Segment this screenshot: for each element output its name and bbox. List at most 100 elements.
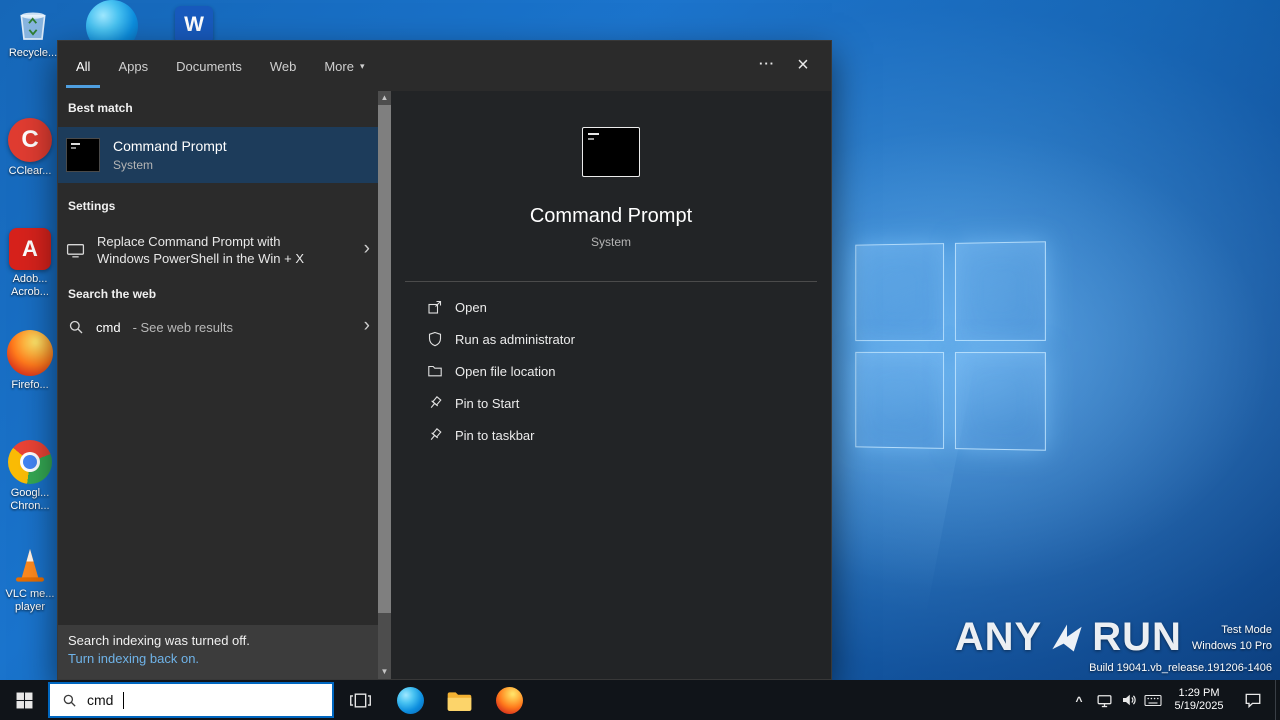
firefox-taskbar-button[interactable] (487, 680, 531, 720)
action-center-button[interactable] (1238, 680, 1268, 720)
run-as-admin-icon (427, 331, 443, 347)
vlc-icon (10, 543, 50, 585)
action-run-as-administrator[interactable]: Run as administrator (391, 323, 831, 355)
section-header-settings: Settings (68, 199, 116, 213)
edge-taskbar-button[interactable] (388, 680, 432, 720)
action-pin-to-start[interactable]: Pin to Start (391, 387, 831, 419)
tab-web[interactable]: Web (268, 41, 299, 91)
open-icon (427, 299, 443, 315)
windows-logo-pane (954, 351, 1046, 451)
result-title: Command Prompt (113, 138, 227, 154)
preview-pane: Command Prompt System Open Run as admini… (391, 91, 831, 679)
tab-apps[interactable]: Apps (116, 41, 150, 91)
open-file-location-icon (427, 363, 443, 379)
firefox-icon (7, 330, 53, 376)
file-explorer-icon (446, 688, 473, 713)
desktop-icon-label: Googl... (10, 487, 50, 499)
desktop-icon-label: CClear... (8, 165, 52, 177)
search-flyout: All Apps Documents Web More ▾ ··· × Best… (57, 40, 832, 680)
more-options-button[interactable]: ··· (759, 56, 775, 71)
result-replace-cmd-setting[interactable]: Replace Command Prompt with Windows Powe… (58, 221, 378, 279)
start-button[interactable] (0, 680, 48, 720)
action-label: Pin to taskbar (455, 427, 535, 443)
task-view-icon (349, 691, 372, 710)
indexing-footer: Search indexing was turned off. Turn ind… (58, 625, 378, 679)
windows-logo-pane (855, 243, 944, 341)
wallpaper-windows-logo (855, 241, 1046, 451)
watermark-mode-lines: Test Mode Windows 10 Pro (1192, 622, 1272, 654)
search-icon (62, 693, 77, 708)
settings-window-icon (66, 242, 85, 259)
result-web-search[interactable]: cmd - See web results › (58, 309, 378, 345)
search-icon (68, 319, 84, 335)
action-label: Open (455, 299, 487, 315)
firefox-icon (495, 686, 523, 714)
web-query: cmd (96, 319, 121, 335)
desktop-icon-firefox[interactable]: Firefo... (2, 330, 58, 392)
tab-all[interactable]: All (65, 41, 102, 91)
ccleaner-letter: C (21, 126, 39, 153)
task-view-button[interactable] (338, 680, 382, 720)
desktop-icon-label: VLC me... (5, 588, 55, 600)
action-open-file-location[interactable]: Open file location (391, 355, 831, 387)
result-command-prompt[interactable]: Command Prompt System (58, 127, 378, 183)
watermark-edition: Windows 10 Pro (1191, 639, 1272, 652)
desktop-icon-recycle-bin[interactable]: Recycle... (5, 4, 61, 60)
scrollbar-thumb[interactable] (378, 105, 391, 613)
desktop-icon-label: player (15, 601, 45, 613)
pin-to-start-icon (427, 395, 443, 411)
chevron-down-icon: ▾ (359, 60, 365, 71)
scroll-down-arrow[interactable]: ▼ (378, 665, 391, 679)
word-letter: W (184, 13, 204, 36)
acrobat-icon: A (9, 228, 51, 270)
section-header-best-match: Best match (68, 101, 133, 115)
hidden-icons-chevron[interactable]: ^ (1070, 680, 1088, 720)
windows-logo-pane (954, 241, 1046, 341)
scrollbar[interactable]: ▲ ▼ (378, 91, 391, 679)
setting-line-2: Windows PowerShell in the Win + X (97, 251, 305, 266)
network-tray-button[interactable] (1092, 680, 1116, 720)
show-desktop-button[interactable] (1275, 680, 1280, 720)
tab-apps-label: Apps (118, 58, 149, 74)
scroll-up-arrow[interactable]: ▲ (378, 91, 391, 105)
action-label: Run as administrator (455, 331, 575, 347)
web-suffix: - See web results (132, 319, 233, 335)
desktop-icon-ccleaner[interactable]: C CClear... (2, 118, 58, 178)
touch-keyboard-tray-button[interactable] (1141, 680, 1165, 720)
text-cursor (123, 691, 125, 709)
desktop-icon-acrobat[interactable]: A Adob... Acrob... (2, 228, 58, 299)
recycle-bin-icon (13, 4, 53, 44)
network-icon (1096, 692, 1113, 709)
indexing-link[interactable]: Turn indexing back on. (68, 651, 199, 666)
action-pin-to-taskbar[interactable]: Pin to taskbar (391, 419, 831, 451)
chevron-right-icon: › (363, 315, 370, 337)
taskbar-search-input[interactable]: cmd (48, 682, 334, 718)
command-prompt-icon (66, 138, 100, 172)
file-explorer-button[interactable] (437, 680, 481, 720)
desktop-icon-word[interactable]: W (166, 6, 222, 44)
preview-title: Command Prompt (529, 205, 693, 227)
taskbar-clock[interactable]: 1:29 PM 5/19/2025 (1168, 680, 1230, 720)
volume-tray-button[interactable] (1117, 680, 1141, 720)
setting-line-1: Replace Command Prompt with (97, 234, 281, 249)
result-subtitle: System (113, 158, 154, 172)
chevron-right-icon: › (363, 238, 370, 260)
clock-date: 5/19/2025 (1174, 700, 1224, 712)
tab-more[interactable]: More ▾ (322, 41, 366, 91)
tab-documents[interactable]: Documents (174, 41, 244, 91)
ccleaner-icon: C (8, 118, 52, 162)
desktop-icon-chrome[interactable]: Googl... Chron... (2, 440, 58, 513)
desktop-icon-label: Adob... (12, 273, 48, 285)
divider (405, 281, 817, 282)
taskbar: cmd ^ 1:29 PM 5/19/2025 (0, 680, 1280, 720)
edge-icon (396, 686, 424, 714)
desktop-icon-vlc[interactable]: VLC me... player (2, 543, 58, 614)
close-button[interactable]: × (789, 51, 817, 79)
result-text: Replace Command Prompt with Windows Powe… (97, 233, 304, 267)
result-text: Command Prompt System (113, 138, 227, 172)
action-label: Open file location (455, 363, 556, 379)
desktop-icon-label: Chron... (10, 500, 50, 512)
action-open[interactable]: Open (391, 291, 831, 323)
preview-subtitle: System (590, 235, 631, 249)
watermark-row: ANY RUN Test Mode Windows 10 Pro (955, 615, 1272, 660)
